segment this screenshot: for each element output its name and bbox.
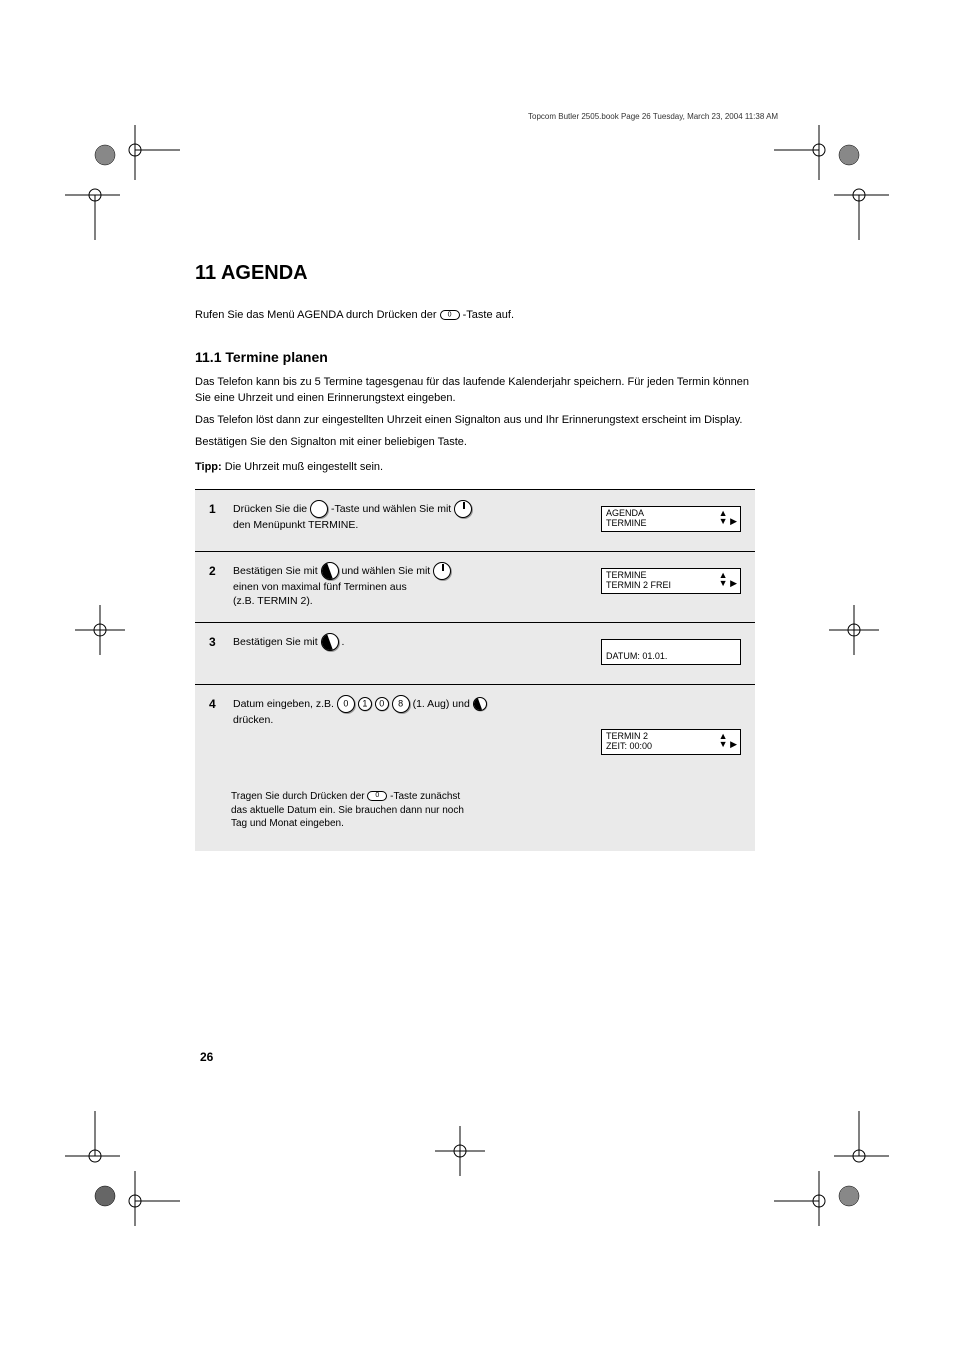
- display-line2: TERMIN 2 FREI: [606, 581, 736, 591]
- registration-mark-bottom-right: [774, 1111, 894, 1231]
- step-number: 3: [209, 635, 216, 649]
- tip-label: Tipp:: [195, 461, 222, 473]
- round-button-icon: [310, 500, 328, 518]
- registration-mark-top-left: [60, 120, 180, 240]
- step-row-4: 4 Datum eingeben, z.B. 0 1 0 8 (1. Aug) …: [195, 684, 755, 774]
- step-row-3: 3 Bestätigen Sie mit . DATUM: 01.01.: [195, 622, 755, 684]
- body-3: Bestätigen Sie den Signalton mit einer b…: [195, 435, 755, 451]
- step-number: 4: [209, 697, 216, 711]
- step-row-1: 1 Drücken Sie die -Taste und wählen Sie …: [195, 489, 755, 551]
- pill-button-icon: [367, 791, 387, 801]
- step-body: Bestätigen Sie mit .: [233, 633, 533, 651]
- nav-dial-icon: [454, 500, 472, 518]
- registration-mark-mid-left: [70, 600, 130, 660]
- step-number: 2: [209, 564, 216, 578]
- body-2: Das Telefon löst dann zur eingestellten …: [195, 413, 755, 429]
- section-heading: 11.1 Termine planen: [195, 349, 755, 365]
- intro-prefix: Rufen Sie das Menü AGENDA durch Drücken …: [195, 309, 437, 321]
- step-body: Drücken Sie die -Taste und wählen Sie mi…: [233, 500, 533, 532]
- scroll-arrows-icon: ▲▼ ▶: [719, 732, 737, 748]
- display-line2: ZEIT: 00:00: [606, 742, 736, 752]
- confirm-button-icon: [321, 633, 339, 651]
- step-row-2: 2 Bestätigen Sie mit und wählen Sie mit …: [195, 551, 755, 622]
- registration-mark-top-right: [774, 120, 894, 240]
- step-body: Bestätigen Sie mit und wählen Sie mit ei…: [233, 562, 533, 608]
- lcd-display: TERMIN 2 ZEIT: 00:00 ▲▼ ▶: [601, 729, 741, 755]
- scroll-arrows-icon: ▲▼ ▶: [719, 571, 737, 587]
- display-line2: TERMINE: [606, 519, 736, 529]
- table-footer-note: Tragen Sie durch Drücken der -Taste zunä…: [195, 774, 755, 851]
- pill-button-icon: [440, 310, 460, 320]
- digit-button-icon: 0: [337, 695, 355, 713]
- step-number: 1: [209, 502, 216, 516]
- lcd-display: TERMINE TERMIN 2 FREI ▲▼ ▶: [601, 568, 741, 594]
- step-body: Datum eingeben, z.B. 0 1 0 8 (1. Aug) un…: [233, 695, 533, 727]
- digit-button-icon: 1: [358, 697, 372, 711]
- lcd-display: DATUM: 01.01.: [601, 639, 741, 665]
- page-title: 11 AGENDA: [195, 262, 755, 285]
- page-number: 26: [200, 1050, 213, 1064]
- intro-line: Rufen Sie das Menü AGENDA durch Drücken …: [195, 309, 755, 321]
- digit-button-icon: 0: [375, 697, 389, 711]
- book-reference: Topcom Butler 2505.book Page 26 Tuesday,…: [528, 112, 778, 121]
- display-line2: DATUM: 01.01.: [606, 652, 736, 662]
- tip-text: Die Uhrzeit muß eingestellt sein.: [225, 461, 383, 473]
- scroll-arrows-icon: ▲▼ ▶: [719, 509, 737, 525]
- confirm-button-icon: [473, 697, 487, 711]
- intro-suffix: -Taste auf.: [463, 309, 514, 321]
- registration-mark-bottom-left: [60, 1111, 180, 1231]
- digit-button-icon: 8: [392, 695, 410, 713]
- nav-dial-icon: [433, 562, 451, 580]
- tip: Tipp: Die Uhrzeit muß eingestellt sein.: [195, 461, 755, 473]
- page-content: 11 AGENDA Rufen Sie das Menü AGENDA durc…: [195, 262, 755, 851]
- body-1: Das Telefon kann bis zu 5 Termine tagesg…: [195, 375, 755, 407]
- registration-mark-bottom-center: [430, 1121, 490, 1181]
- steps-table: 1 Drücken Sie die -Taste und wählen Sie …: [195, 489, 755, 851]
- registration-mark-mid-right: [824, 600, 884, 660]
- confirm-button-icon: [321, 562, 339, 580]
- lcd-display: AGENDA TERMINE ▲▼ ▶: [601, 506, 741, 532]
